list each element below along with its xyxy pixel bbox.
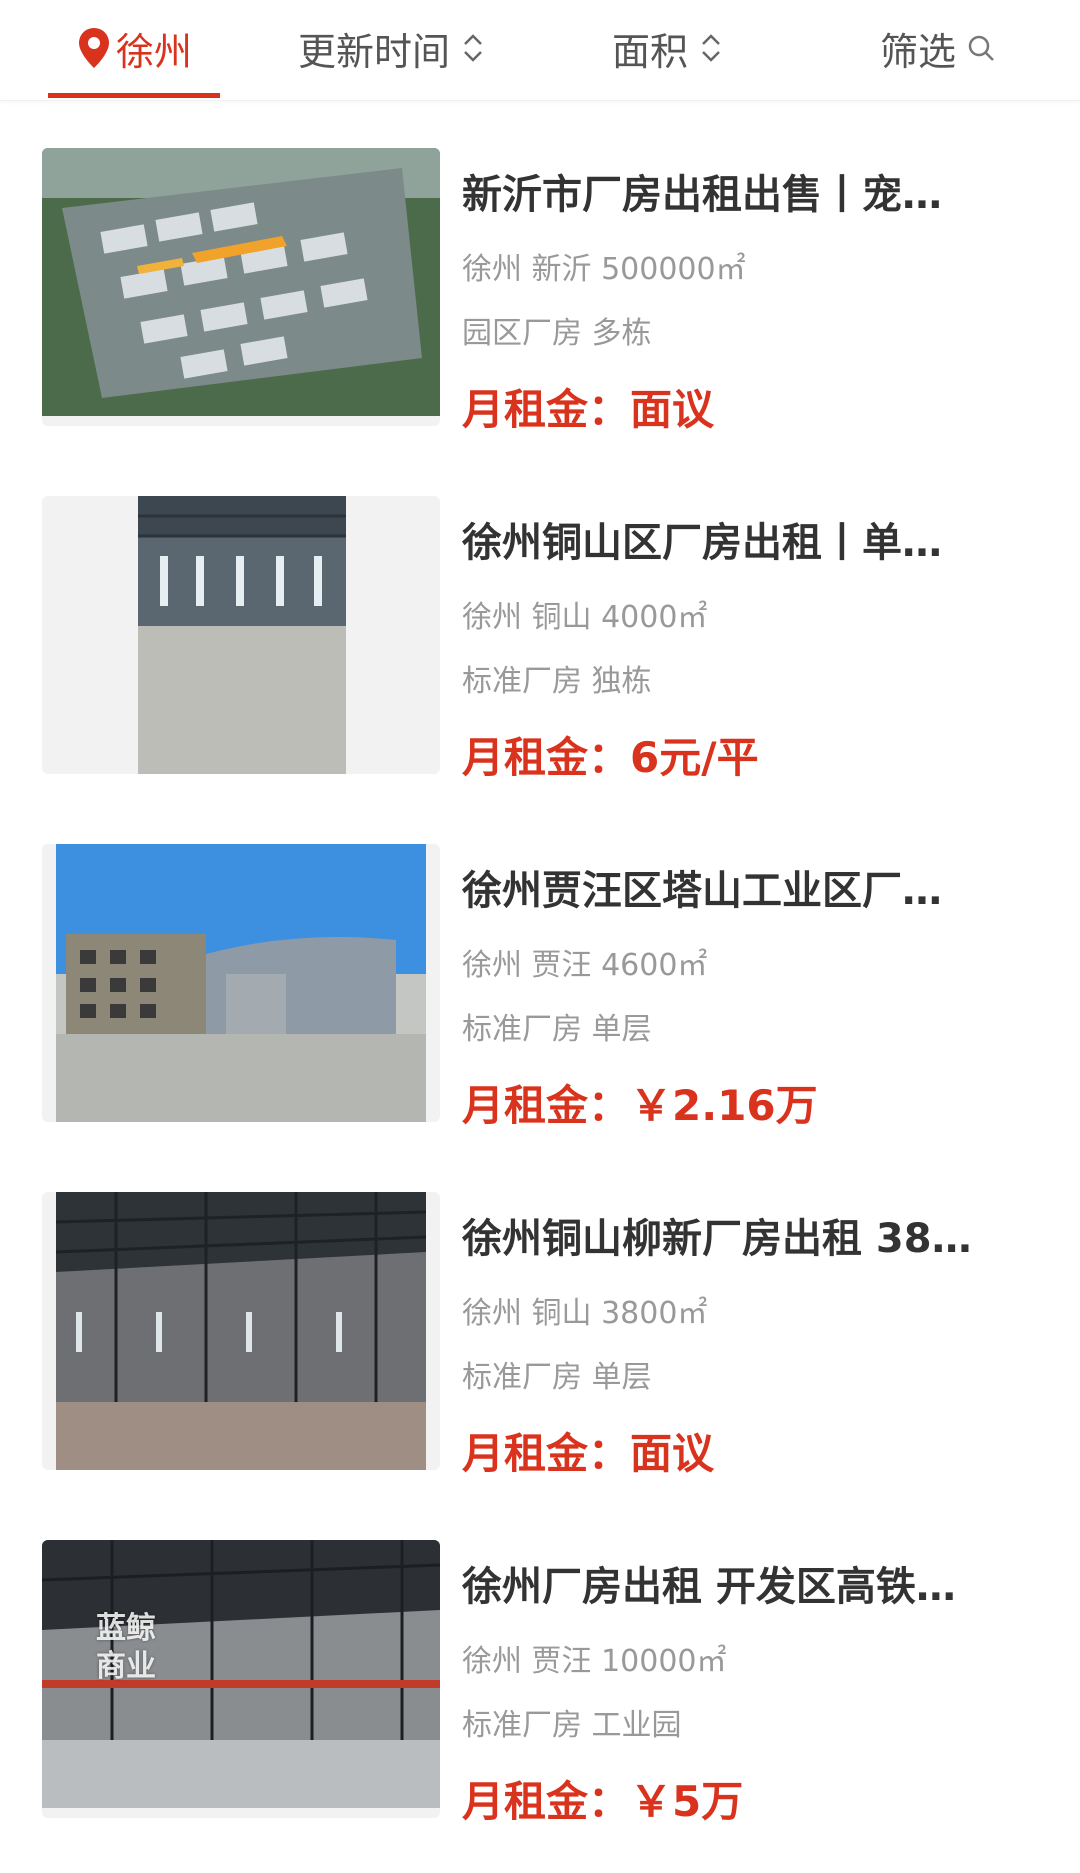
listing-title[interactable]: 新沂市厂房出租出售丨宠… [462,162,1052,220]
sort-updown-icon [464,34,482,62]
active-tab-underline [48,93,220,98]
listing-location-area: 徐州 铜山 3800㎡ [462,1296,708,1331]
listing-info: 徐州厂房出租 开发区高铁… 徐州 贾汪 10000㎡ 标准厂房 工业园 月租金：… [462,1540,1062,1826]
listing-tags: 标准厂房 单层 [462,1360,652,1395]
listing-card[interactable]: 徐州铜山区厂房出租丨单… 徐州 铜山 4000㎡ 标准厂房 独栋 月租金：6元/… [42,496,1042,782]
watermark-logo: 蓝鲸 商业 [96,1611,156,1684]
listing-info: 徐州铜山柳新厂房出租 38… 徐州 铜山 3800㎡ 标准厂房 单层 月租金：面… [462,1192,1062,1478]
listing-title[interactable]: 徐州厂房出租 开发区高铁… [462,1554,1052,1612]
listing-title[interactable]: 徐州贾汪区塔山工业区厂… [462,858,1052,916]
listing-card[interactable]: 徐州铜山柳新厂房出租 38… 徐州 铜山 3800㎡ 标准厂房 单层 月租金：面… [42,1192,1042,1478]
listing-info: 徐州贾汪区塔山工业区厂… 徐州 贾汪 4600㎡ 标准厂房 单层 月租金：￥2.… [462,844,1062,1130]
price-label: 月租金： [462,385,631,434]
listing-tags: 园区厂房 多栋 [462,316,652,351]
price-value: 面议 [630,385,715,434]
listing-thumbnail[interactable] [42,148,440,426]
listing-title[interactable]: 徐州铜山区厂房出租丨单… [462,510,1052,568]
price-label: 月租金： [462,733,631,782]
price-label: 月租金： [462,1081,631,1130]
listing-card[interactable]: 新沂市厂房出租出售丨宠… 徐州 新沂 500000㎡ 园区厂房 多栋 月租金：面… [42,148,1042,434]
listing-thumbnail[interactable] [42,844,440,1122]
listing-location-area: 徐州 铜山 4000㎡ [462,600,708,635]
listing-title[interactable]: 徐州铜山柳新厂房出租 38… [462,1206,1052,1264]
listing-price: 月租金：￥5万 [462,1768,743,1829]
listing-price: 月租金：面议 [462,1420,714,1481]
listing-tags: 标准厂房 单层 [462,1012,652,1047]
listing-card[interactable]: 蓝鲸 商业 徐州厂房出租 开发区高铁… 徐州 贾汪 10000㎡ 标准厂房 工业园… [42,1540,1042,1826]
factory-exterior-photo [56,844,426,1122]
listing-price: 月租金：￥2.16万 [462,1072,818,1133]
listing-price: 月租金：面议 [462,376,714,437]
listing-location-area: 徐州 贾汪 10000㎡ [462,1644,727,1679]
listing-thumbnail[interactable] [42,496,440,774]
price-value: 面议 [630,1429,715,1478]
filter-bar: 徐州 更新时间 面积 筛选 [0,0,1080,101]
price-label: 月租金： [462,1429,631,1478]
listing-location-area: 徐州 新沂 500000㎡ [462,252,746,287]
industrial-park-aerial-photo [42,148,440,416]
listing-location-area: 徐州 贾汪 4600㎡ [462,948,708,983]
city-label: 徐州 [115,29,192,74]
listing-tags: 标准厂房 独栋 [462,664,652,699]
listing-price: 月租金：6元/平 [462,724,759,785]
search-icon [968,35,994,61]
filter-button[interactable]: 筛选 [880,0,996,96]
sort-updown-icon [702,34,720,62]
filter-label: 筛选 [880,29,957,74]
price-label: 月租金： [462,1777,631,1826]
sort-by-update-time[interactable]: 更新时间 [298,0,486,96]
listing-thumbnail[interactable]: 蓝鲸 商业 [42,1540,440,1818]
listing-card[interactable]: 徐州贾汪区塔山工业区厂… 徐州 贾汪 4600㎡ 标准厂房 单层 月租金：￥2.… [42,844,1042,1130]
sort-time-label: 更新时间 [298,29,451,74]
listing-info: 新沂市厂房出租出售丨宠… 徐州 新沂 500000㎡ 园区厂房 多栋 月租金：面… [462,148,1062,434]
listing-thumbnail[interactable] [42,1192,440,1470]
price-value: ￥2.16万 [630,1081,818,1130]
warehouse-interior-photo [138,496,346,774]
city-selector[interactable]: 徐州 [48,0,220,98]
location-pin-icon [78,28,109,68]
listing-info: 徐州铜山区厂房出租丨单… 徐州 铜山 4000㎡ 标准厂房 独栋 月租金：6元/… [462,496,1062,782]
steel-frame-workshop-photo [56,1192,426,1470]
sort-area-label: 面积 [612,29,689,74]
listing-tags: 标准厂房 工业园 [462,1708,682,1743]
price-value: ￥5万 [630,1777,744,1826]
price-value: 6元/平 [630,733,759,782]
sort-by-area[interactable]: 面积 [612,0,724,96]
